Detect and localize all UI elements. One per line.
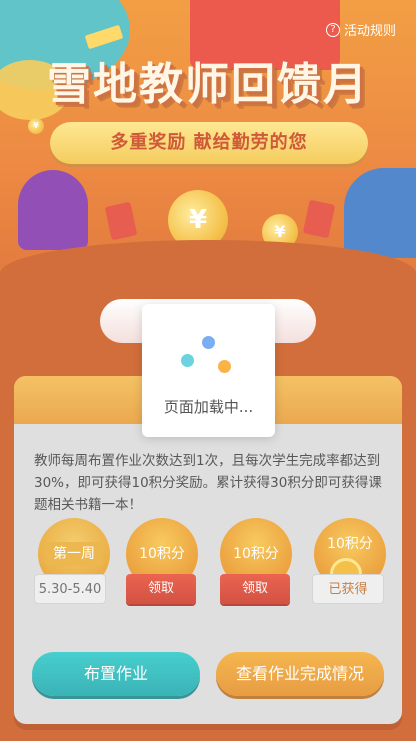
loading-text: 页面加载中... xyxy=(163,398,254,416)
loading-dot-icon xyxy=(202,336,215,349)
loading-overlay: 页面加载中... xyxy=(0,0,416,741)
loading-dialog: 页面加载中... xyxy=(142,304,275,437)
page: ? 活动规则 雪地教师回馈月 多重奖励 献给勤劳的您 ¥ ¥ ¥ ¥ 教师每周布… xyxy=(0,0,416,741)
loading-dot-icon xyxy=(218,360,231,373)
loading-dot-icon xyxy=(181,354,194,367)
